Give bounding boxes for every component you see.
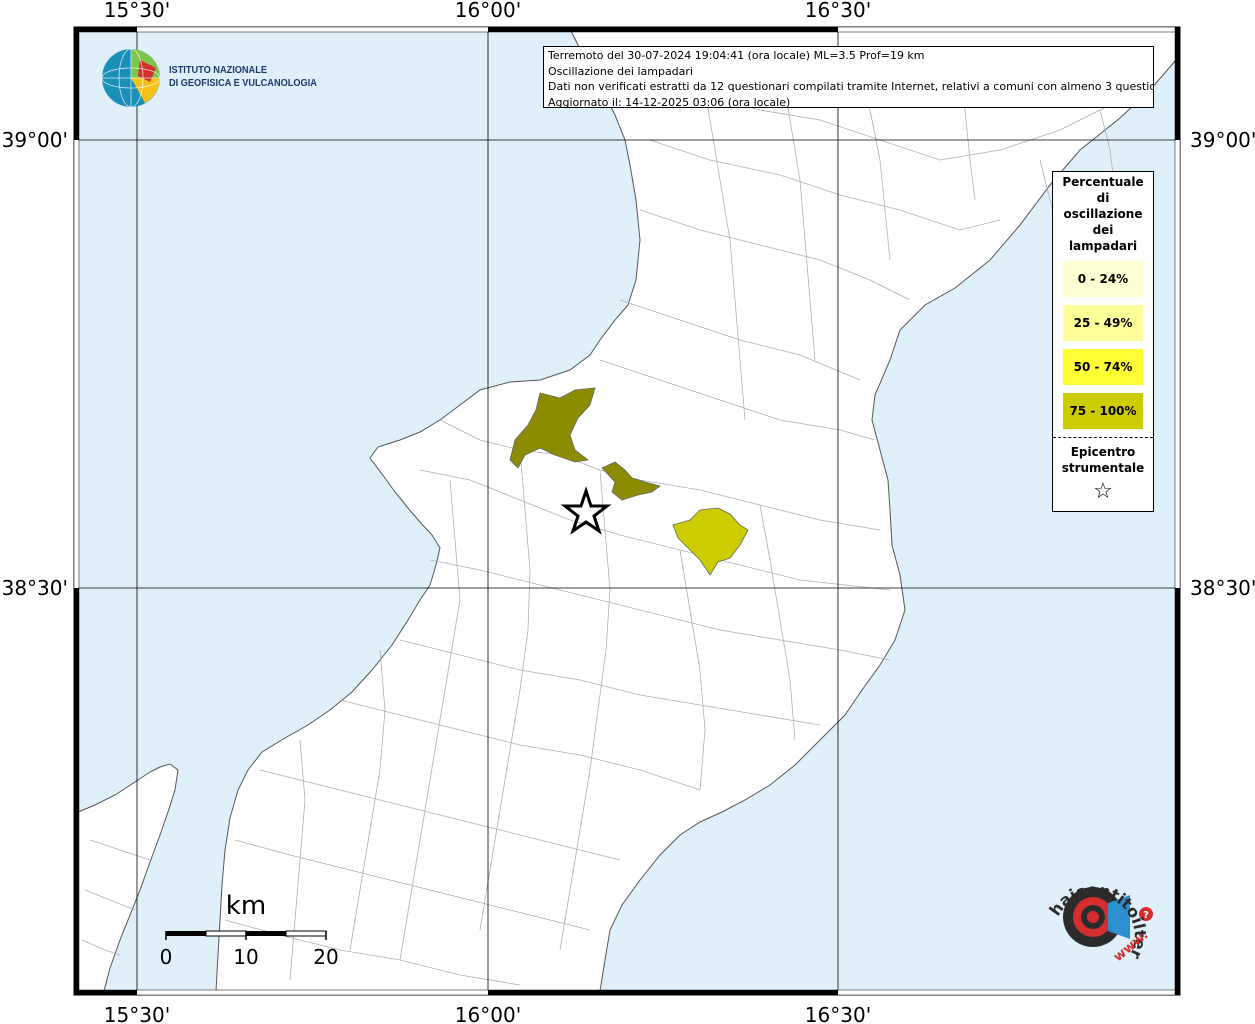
- scalebar-tick-0: 0: [160, 945, 173, 969]
- legend: Percentuale di oscillazione dei lampadar…: [1052, 171, 1154, 512]
- lon-label-top-1630: 16°30': [805, 0, 871, 22]
- star-icon: ☆: [1093, 479, 1113, 504]
- event-data-note: Dati non verificati estratti da 12 quest…: [548, 80, 1154, 93]
- legend-title-line: dei: [1092, 223, 1114, 237]
- lon-label-bottom-1530: 15°30': [104, 1003, 170, 1024]
- legend-title-line: Percentuale: [1062, 175, 1144, 189]
- legend-title-line: di: [1096, 191, 1110, 205]
- legend-title-line: lampadari: [1068, 239, 1138, 253]
- lat-label-right-3830: 38°30': [1190, 576, 1255, 600]
- legend-item-75-100: 75 - 100%: [1063, 393, 1143, 429]
- legend-epicenter-line: Epicentro: [1070, 445, 1136, 459]
- ingv-line-2: DI GEOFISICA E VULCANOLOGIA: [169, 78, 317, 89]
- legend-epicenter-line: strumentale: [1061, 461, 1145, 475]
- lon-label-top-1600: 16°00': [455, 0, 521, 22]
- scalebar-tick-10: 10: [233, 945, 258, 969]
- lon-label-bottom-1600: 16°00': [455, 1003, 521, 1024]
- scalebar-unit: km: [226, 891, 266, 921]
- ingv-logo-text: ISTITUTO NAZIONALE DI GEOFISICA E VULCAN…: [169, 64, 317, 90]
- scalebar-tick-20: 20: [313, 945, 338, 969]
- event-title: Terremoto del 30-07-2024 19:04:41 (ora l…: [548, 49, 925, 62]
- lat-label-left-3830: 38°30': [2, 576, 68, 600]
- lon-label-top-1530: 15°30': [104, 0, 170, 22]
- lon-label-bottom-1630: 16°30': [805, 1003, 871, 1024]
- lat-label-right-3900: 39°00': [1190, 128, 1255, 152]
- legend-item-0-24: 0 - 24%: [1063, 261, 1143, 297]
- legend-title-line: oscillazione: [1063, 207, 1143, 221]
- ingv-logo: [101, 48, 161, 108]
- event-subtitle: Oscillazione dei lampadari: [548, 64, 693, 78]
- ingv-line-1: ISTITUTO NAZIONALE: [169, 65, 267, 76]
- event-info-box: Terremoto del 30-07-2024 19:04:41 (ora l…: [543, 46, 1154, 108]
- legend-epicenter-label: Epicentro strumentale: [1053, 438, 1153, 476]
- lat-label-left-3900: 39°00': [2, 128, 68, 152]
- event-updated: Aggiornato il: 14-12-2025 03:06 (ora loc…: [548, 95, 791, 108]
- legend-item-25-49: 25 - 49%: [1063, 305, 1143, 341]
- legend-title: Percentuale di oscillazione dei lampadar…: [1053, 172, 1153, 254]
- map-canvas[interactable]: 15°30' 16°00' 16°30' 15°30' 16°00' 16°30…: [0, 0, 1255, 1024]
- legend-item-50-74: 50 - 74%: [1063, 349, 1143, 385]
